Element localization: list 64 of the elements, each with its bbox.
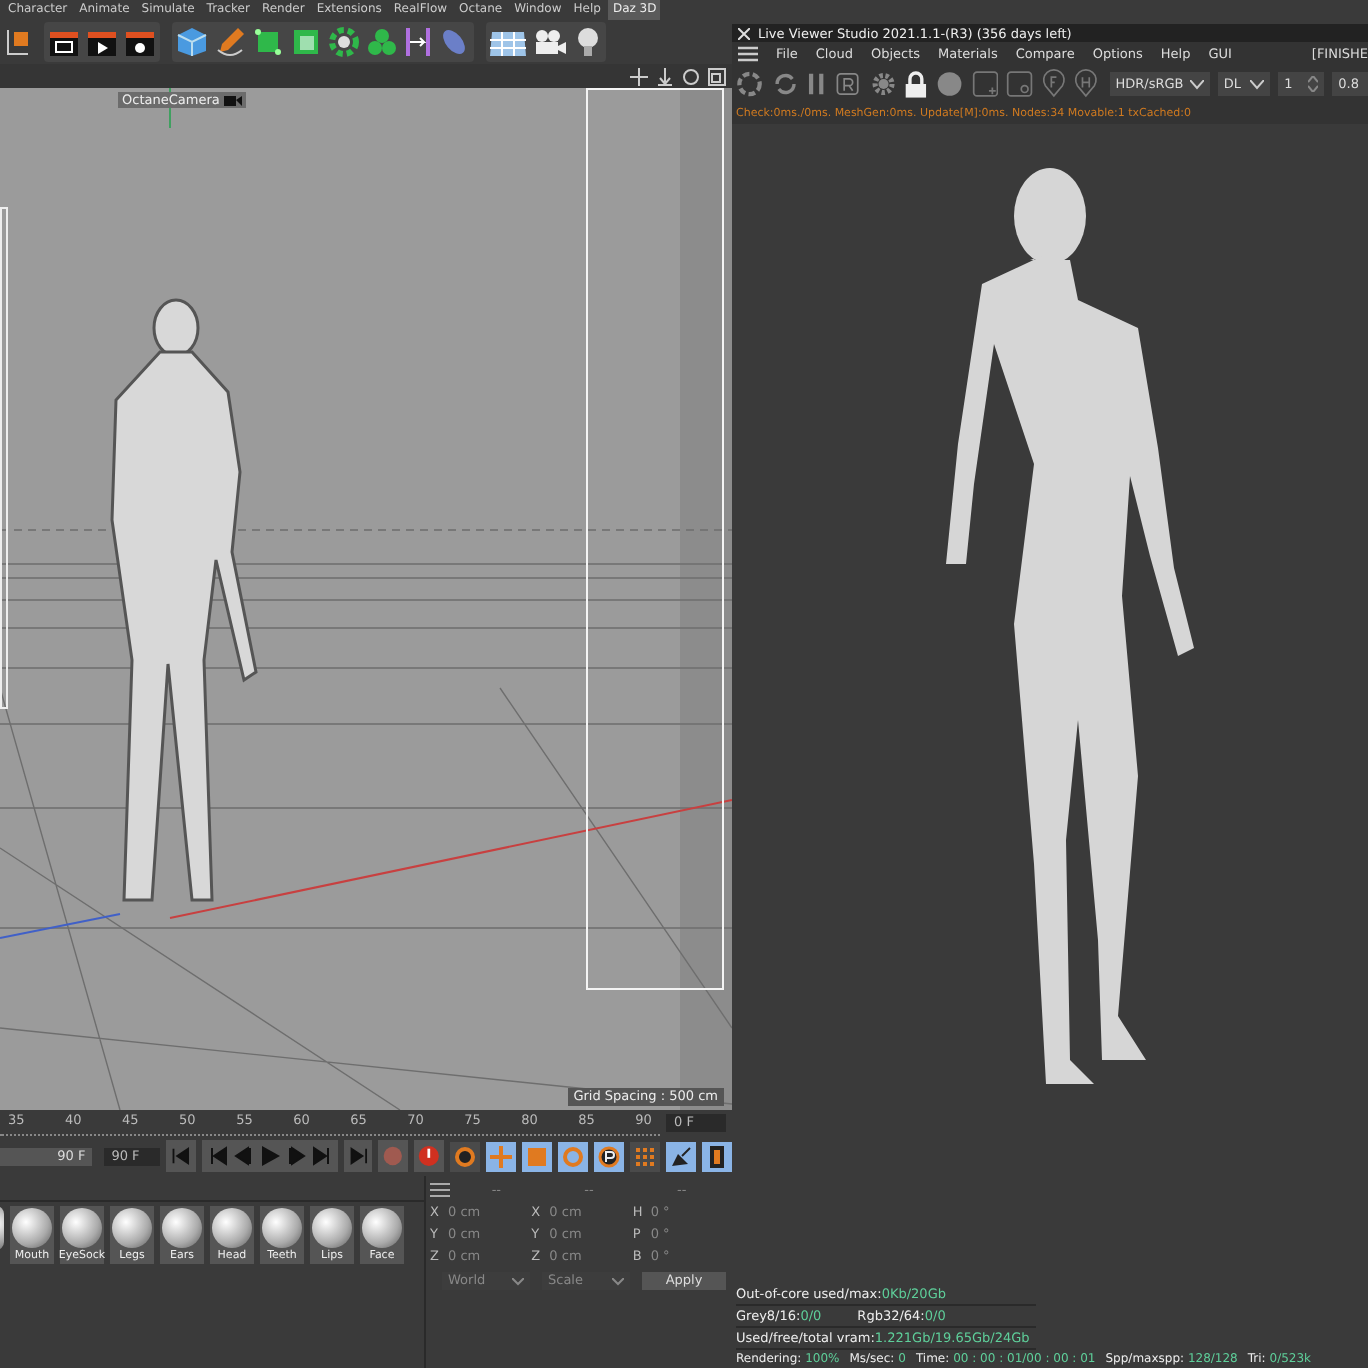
dot-grid-icon bbox=[634, 1145, 656, 1167]
parameter-icon bbox=[598, 1145, 620, 1167]
f-pin-icon[interactable] bbox=[1041, 68, 1066, 100]
material-sphere-icon bbox=[212, 1208, 252, 1248]
menu-icon[interactable] bbox=[738, 45, 758, 61]
material-sphere-icon bbox=[112, 1208, 152, 1248]
clapperboard-icon[interactable] bbox=[48, 26, 80, 58]
keyframe-icon bbox=[454, 1145, 476, 1167]
region-add-icon[interactable] bbox=[971, 68, 999, 100]
scale-icon bbox=[526, 1145, 548, 1167]
pen-icon[interactable] bbox=[214, 26, 246, 58]
chevron-down-icon bbox=[1189, 79, 1204, 89]
axis-corner-icon[interactable] bbox=[4, 26, 32, 58]
sphere-icon[interactable] bbox=[936, 68, 964, 100]
satellite-dish-icon bbox=[670, 1145, 692, 1167]
play-icon[interactable] bbox=[257, 1142, 282, 1170]
camera-icon[interactable] bbox=[532, 26, 568, 58]
go-to-start-icon[interactable] bbox=[165, 1140, 196, 1172]
maximize-icon[interactable] bbox=[708, 67, 726, 85]
grid-plane-icon[interactable] bbox=[490, 26, 526, 58]
material-sphere-icon bbox=[312, 1208, 352, 1248]
gear-icon[interactable] bbox=[328, 26, 360, 58]
rotate-icon bbox=[562, 1145, 584, 1167]
move-view-icon[interactable] bbox=[630, 67, 648, 85]
aperture-icon[interactable] bbox=[736, 68, 764, 100]
spheres-icon[interactable] bbox=[366, 26, 398, 58]
go-to-end-icon[interactable] bbox=[343, 1140, 373, 1172]
step-forward-icon[interactable] bbox=[283, 1142, 308, 1170]
material-sphere-icon bbox=[262, 1208, 302, 1248]
gear-icon[interactable] bbox=[869, 68, 897, 100]
close-icon[interactable] bbox=[738, 27, 750, 39]
film-strip-icon bbox=[706, 1145, 728, 1167]
step-back-icon[interactable] bbox=[231, 1142, 256, 1170]
pause-icon[interactable] bbox=[806, 68, 827, 100]
clapperboard-icon[interactable] bbox=[86, 26, 118, 58]
tool-toggle[interactable] bbox=[558, 1141, 588, 1171]
rotate-view-icon[interactable] bbox=[682, 67, 700, 85]
chevron-down-icon bbox=[1250, 79, 1265, 89]
material-sphere-icon bbox=[12, 1208, 52, 1248]
lock-icon[interactable] bbox=[904, 68, 929, 100]
tool-toggle[interactable] bbox=[666, 1141, 696, 1171]
light-bulb-icon[interactable] bbox=[574, 26, 602, 58]
arrow-down-icon[interactable] bbox=[656, 67, 674, 85]
tool-toggle[interactable] bbox=[594, 1141, 624, 1171]
clapperboard-icon[interactable] bbox=[124, 26, 156, 58]
camera-icon bbox=[223, 94, 242, 106]
h-pin-icon[interactable] bbox=[1073, 68, 1098, 100]
chevron-down-icon bbox=[512, 1277, 524, 1285]
tool-toggle[interactable] bbox=[486, 1141, 516, 1171]
tool-toggle[interactable] bbox=[630, 1141, 660, 1171]
bracket-icon[interactable] bbox=[404, 26, 432, 58]
material-sphere-icon bbox=[62, 1208, 102, 1248]
chevron-down-icon bbox=[612, 1277, 624, 1285]
tool-toggle[interactable] bbox=[522, 1141, 552, 1171]
tool-toggle[interactable] bbox=[450, 1141, 480, 1171]
refresh-icon[interactable] bbox=[771, 68, 799, 100]
spinner-arrows-icon bbox=[1308, 76, 1319, 92]
move-icon bbox=[490, 1145, 512, 1167]
tool-toggle[interactable] bbox=[702, 1141, 732, 1171]
record-icon[interactable] bbox=[414, 1140, 444, 1172]
r-box-icon[interactable] bbox=[834, 68, 862, 100]
menu-icon[interactable] bbox=[430, 1181, 450, 1197]
material-sphere-icon bbox=[162, 1208, 202, 1248]
material-sphere-icon bbox=[362, 1208, 402, 1248]
